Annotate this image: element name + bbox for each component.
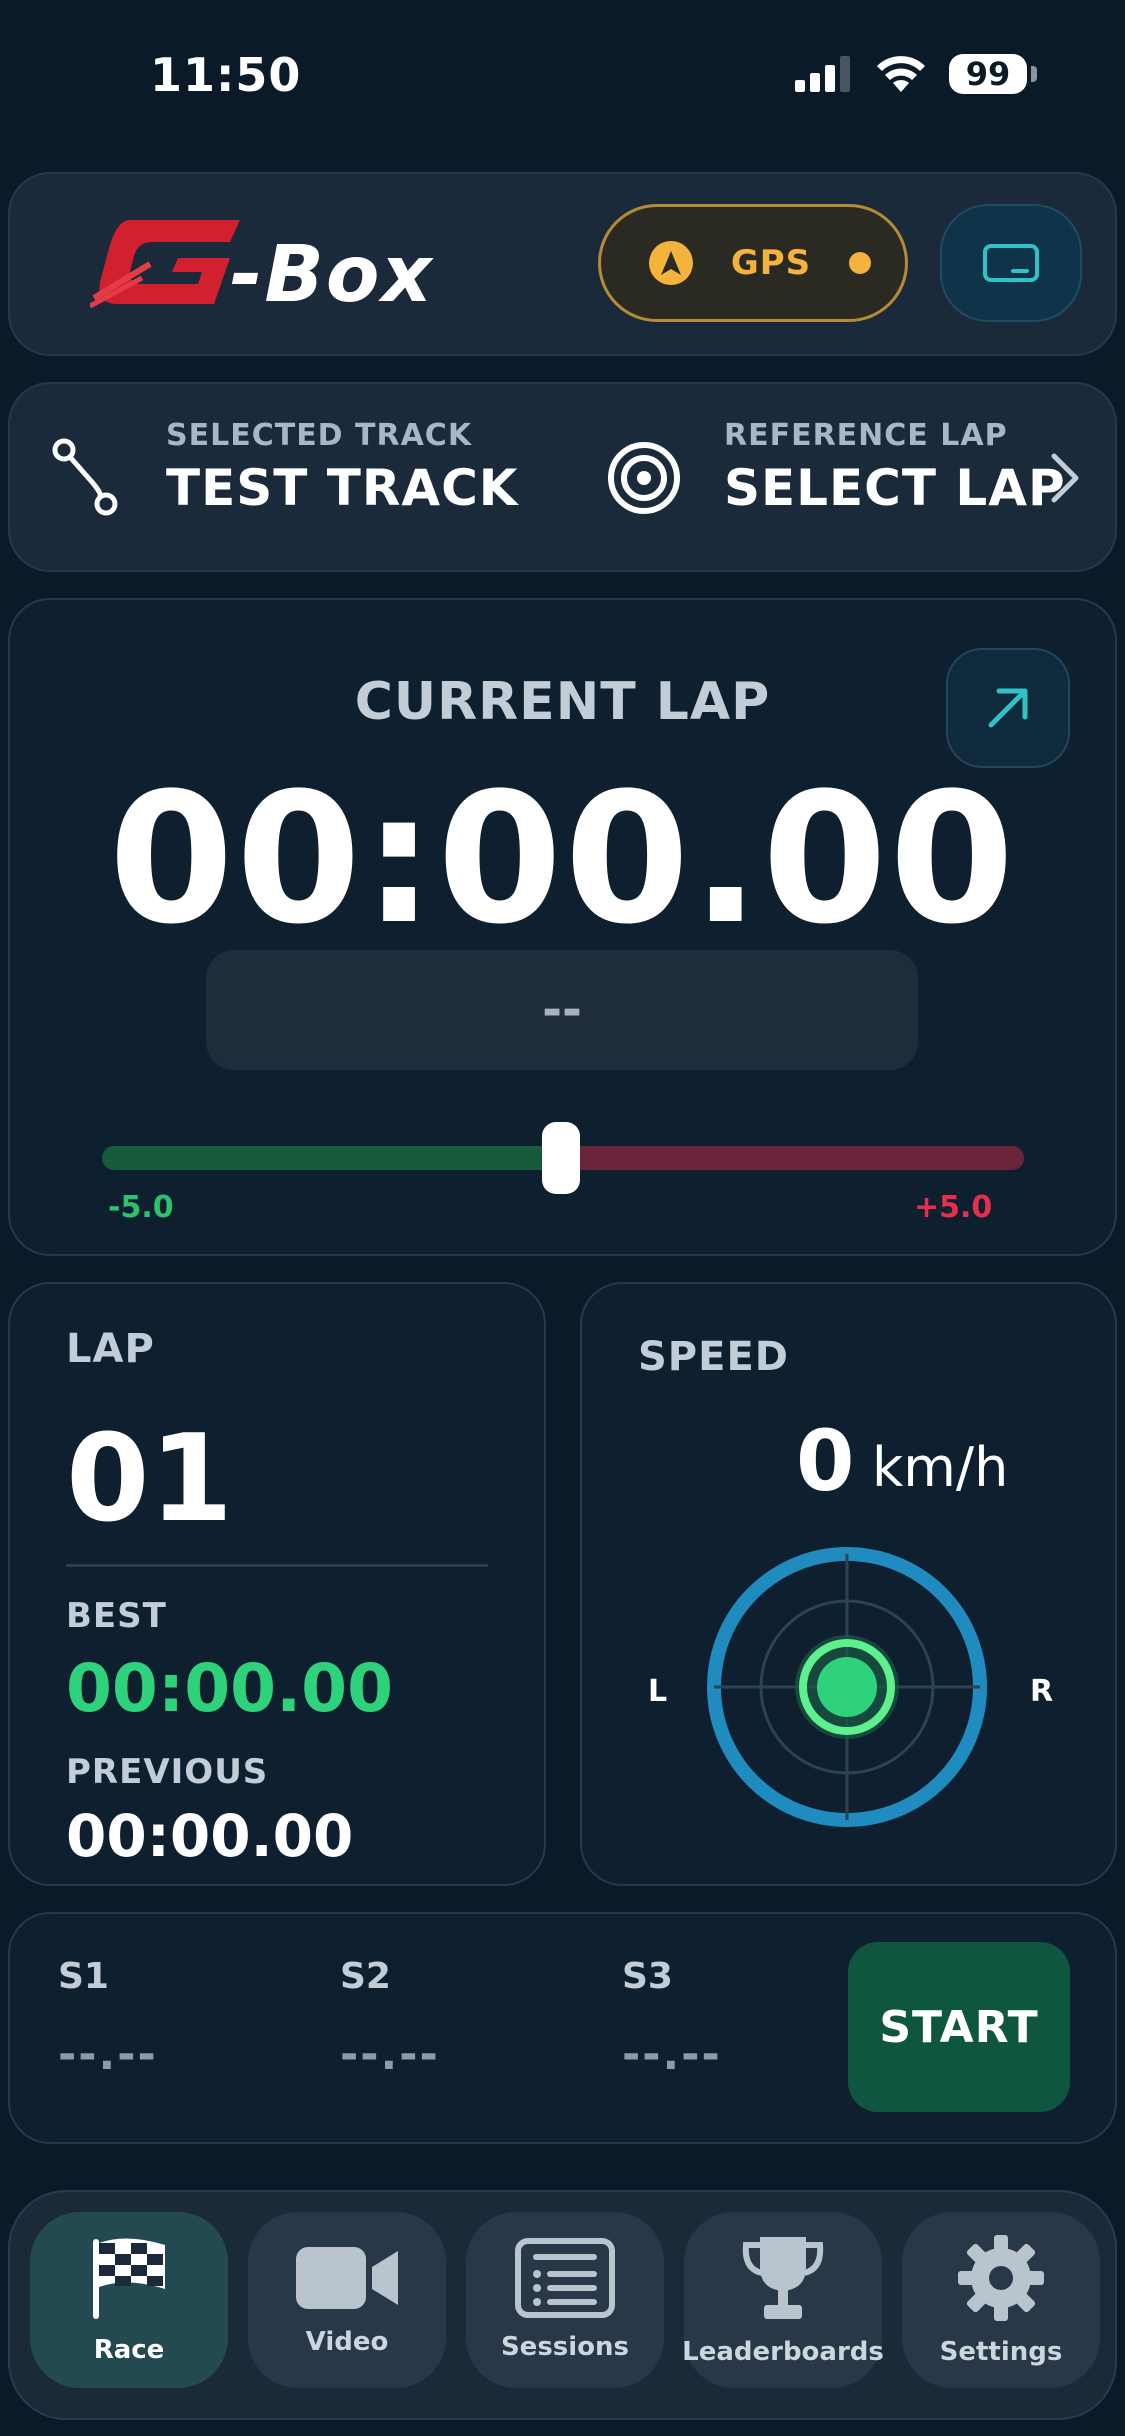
sessions-list-icon (515, 2238, 615, 2318)
previous-time: 00:00.00 (66, 1802, 354, 1870)
gps-status-button[interactable]: GPS (598, 204, 908, 322)
tab-video[interactable]: Video (248, 2212, 446, 2388)
speed-title: SPEED (638, 1334, 789, 1380)
speed-value: 0 (796, 1412, 855, 1510)
tab-settings-label: Settings (939, 2337, 1063, 2367)
gps-status-dot (848, 252, 871, 274)
cellular-signal-icon (795, 56, 850, 92)
reference-lap-value: SELECT LAP (724, 459, 1066, 517)
delta-bar-max: +5.0 (914, 1190, 993, 1225)
sector-1: S1 --.-- (58, 1956, 158, 2080)
previous-label: PREVIOUS (66, 1752, 269, 1792)
tab-leaderboards[interactable]: Leaderboards (682, 2212, 884, 2388)
delta-bar-min: -5.0 (108, 1190, 174, 1225)
tab-race-label: Race (93, 2335, 165, 2365)
reference-lap-label: REFERENCE LAP (724, 418, 1008, 453)
delta-bar-knob (542, 1122, 580, 1194)
device-icon (983, 244, 1039, 282)
trophy-icon (742, 2237, 824, 2319)
gear-icon (958, 2235, 1044, 2321)
current-lap-time: 00:00.00 (108, 755, 1017, 964)
g-meter-left-label: L (648, 1674, 668, 1709)
g-logo-icon (90, 220, 240, 309)
status-icons: 99 (795, 52, 1037, 96)
expand-button[interactable] (946, 648, 1070, 768)
app-logo: -Box (90, 212, 460, 322)
target-icon (608, 442, 680, 514)
selected-track[interactable]: SELECTED TRACK TEST TRACK (166, 418, 519, 517)
reference-lap-chevron[interactable] (1050, 452, 1080, 508)
battery-indicator: 99 (949, 54, 1037, 94)
lap-delta: -- (206, 950, 918, 1070)
sector-3-label: S3 (622, 1956, 673, 1997)
speed-unit: km/h (872, 1436, 1009, 1499)
lap-number: 01 (66, 1410, 233, 1549)
route-icon (52, 438, 118, 516)
tab-sessions-label: Sessions (500, 2332, 630, 2362)
device-button[interactable] (940, 204, 1082, 322)
g-meter-right-label: R (1030, 1674, 1054, 1709)
track-select-button[interactable] (50, 436, 126, 524)
delta-bar-negative (102, 1146, 562, 1170)
selected-track-label: SELECTED TRACK (166, 418, 473, 453)
lap-divider (66, 1564, 488, 1567)
tab-race[interactable]: Race (30, 2212, 228, 2388)
sector-2-value: --.-- (340, 2029, 440, 2080)
sector-2-label: S2 (340, 1956, 391, 1997)
video-camera-icon (296, 2247, 398, 2309)
tab-leaderboards-label: Leaderboards (682, 2337, 884, 2367)
gps-label: GPS (730, 243, 812, 283)
start-button[interactable]: START (848, 1942, 1070, 2112)
status-time: 11:50 (150, 48, 302, 102)
checkered-flag-icon (93, 2238, 165, 2319)
lap-title: LAP (66, 1326, 155, 1372)
sector-1-label: S1 (58, 1956, 109, 1997)
sector-1-value: --.-- (58, 2029, 158, 2080)
tab-video-label: Video (305, 2327, 389, 2357)
g-force-meter (707, 1547, 987, 1827)
arrow-up-right-icon (988, 688, 1028, 728)
tab-settings[interactable]: Settings (902, 2212, 1100, 2388)
chevron-right-icon (1051, 453, 1079, 503)
wifi-icon (877, 56, 925, 92)
tab-sessions[interactable]: Sessions (466, 2212, 664, 2388)
sector-2: S2 --.-- (340, 1956, 440, 2080)
selected-track-value: TEST TRACK (166, 459, 519, 517)
lap-card (8, 1282, 546, 1886)
delta-bar-positive (562, 1146, 1024, 1170)
tab-bar: Race Video Sessions Leaderboards Setting… (8, 2190, 1117, 2420)
best-time: 00:00.00 (66, 1650, 394, 1727)
reference-lap[interactable]: REFERENCE LAP SELECT LAP (724, 418, 1066, 517)
sector-3-value: --.-- (622, 2029, 722, 2080)
sector-3: S3 --.-- (622, 1956, 722, 2080)
target-icon-wrap (606, 440, 682, 520)
best-label: BEST (66, 1596, 167, 1636)
navigation-arrow-icon (649, 241, 693, 285)
logo-wordmark: -Box (230, 230, 434, 320)
